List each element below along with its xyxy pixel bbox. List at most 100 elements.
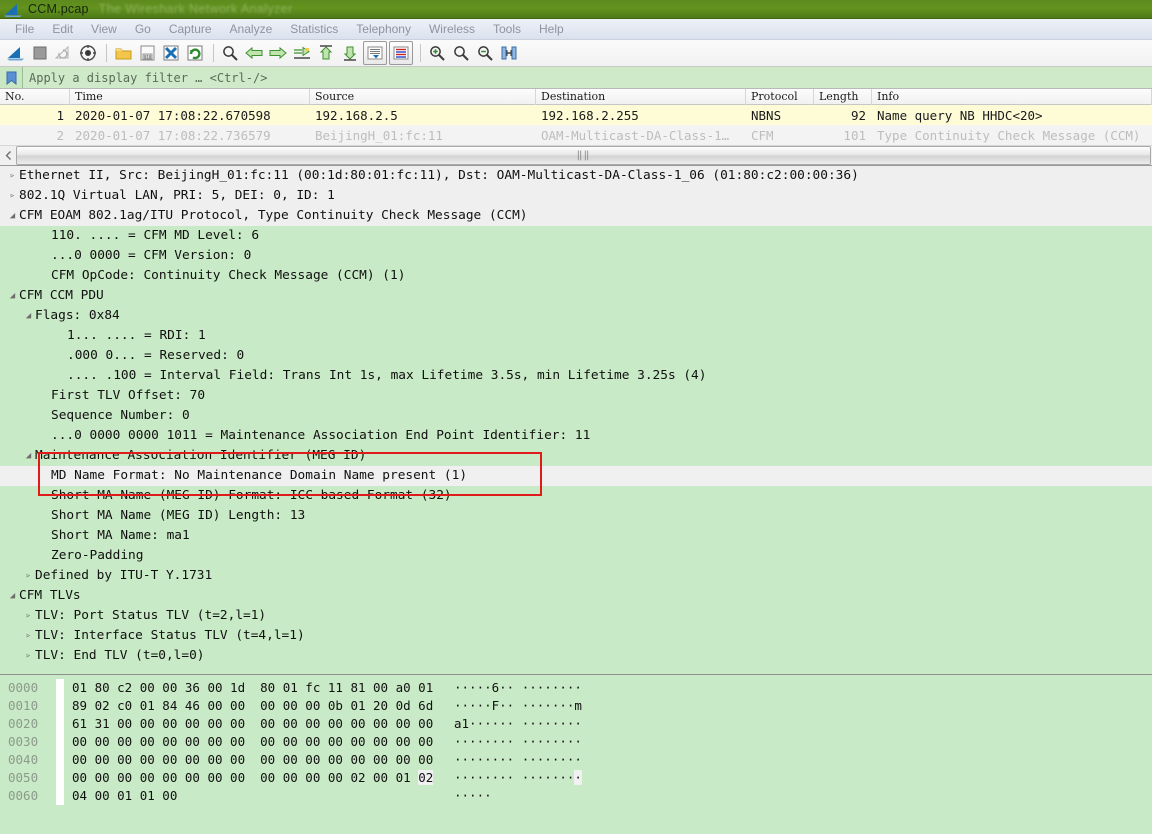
display-filter-bar[interactable]: Apply a display filter … <Ctrl-/> <box>0 67 1152 89</box>
cell-length: 101 <box>843 127 866 143</box>
chevron-down-icon[interactable]: ◢ <box>6 586 19 606</box>
tree-item[interactable]: Short MA Name (MEG ID) Format: ICC-based… <box>0 486 1152 506</box>
tree-item[interactable]: ◢ Flags: 0x84 <box>0 306 1152 326</box>
menu-item-go[interactable]: Go <box>126 21 160 37</box>
column-header-no[interactable]: No. <box>0 88 70 105</box>
menu-item-statistics[interactable]: Statistics <box>281 21 347 37</box>
hex-bytes: 00 00 00 00 00 00 00 00 00 00 00 00 00 0… <box>72 734 434 749</box>
display-filter-input[interactable]: Apply a display filter … <Ctrl-/> <box>23 67 1152 88</box>
find-packet-icon[interactable] <box>219 42 241 64</box>
chevron-right-icon[interactable]: ▹ <box>6 186 19 206</box>
table-row[interactable]: 2 2020-01-07 17:08:22.736579 BeijingH_01:f… <box>0 125 1152 145</box>
go-to-packet-icon[interactable] <box>291 42 313 64</box>
chevron-right-icon[interactable]: ▹ <box>22 566 35 586</box>
menu-item-view[interactable]: View <box>82 21 126 37</box>
tree-item[interactable]: Short MA Name: ma1 <box>0 526 1152 546</box>
tree-item[interactable]: 1... .... = RDI: 1 <box>0 326 1152 346</box>
tree-item-label: .... .100 = Interval Field: Trans Int 1s… <box>67 368 707 383</box>
tree-item[interactable]: MD Name Format: No Maintenance Domain Na… <box>0 466 1152 486</box>
hex-row[interactable]: 0000 01 80 c2 00 00 36 00 1d 80 01 fc 11 … <box>0 679 1152 697</box>
go-back-icon[interactable] <box>243 42 265 64</box>
hex-row[interactable]: 0040 00 00 00 00 00 00 00 00 00 00 00 00 … <box>0 751 1152 769</box>
chevron-down-icon[interactable]: ◢ <box>6 286 19 306</box>
hex-row[interactable]: 0030 00 00 00 00 00 00 00 00 00 00 00 00 … <box>0 733 1152 751</box>
chevron-right-icon[interactable]: ▹ <box>22 606 35 626</box>
hscroll-thumb[interactable]: ‖‖ <box>16 146 1151 165</box>
go-first-packet-icon[interactable] <box>315 42 337 64</box>
packet-list-header[interactable]: No. Time Source Destination Protocol Length In… <box>0 88 1152 105</box>
tree-item[interactable]: ...0 0000 0000 1011 = Maintenance Associ… <box>0 426 1152 446</box>
chevron-down-icon[interactable]: ◢ <box>6 206 19 226</box>
tree-item[interactable]: Zero-Padding <box>0 546 1152 566</box>
column-header-source[interactable]: Source <box>310 88 536 105</box>
tree-item[interactable]: ▹ TLV: Port Status TLV (t=2,l=1) <box>0 606 1152 626</box>
tree-item[interactable]: .... .100 = Interval Field: Trans Int 1s… <box>0 366 1152 386</box>
hex-row[interactable]: 0060 04 00 01 01 00 ····· <box>0 787 1152 805</box>
tree-item[interactable]: ◢ CFM CCM PDU <box>0 286 1152 306</box>
save-file-icon[interactable]: 010 <box>136 42 158 64</box>
tree-item[interactable]: Short MA Name (MEG ID) Length: 13 <box>0 506 1152 526</box>
hex-byte-highlighted[interactable]: 02 <box>418 770 434 785</box>
tree-item[interactable]: ▹ Ethernet II, Src: BeijingH_01:fc:11 (00… <box>0 166 1152 186</box>
stop-capture-icon[interactable] <box>29 42 51 64</box>
tree-item[interactable]: CFM OpCode: Continuity Check Message (CC… <box>0 266 1152 286</box>
auto-scroll-icon[interactable] <box>363 41 387 65</box>
menu-item-telephony[interactable]: Telephony <box>347 21 420 37</box>
tree-item[interactable]: First TLV Offset: 70 <box>0 386 1152 406</box>
chevron-down-icon[interactable]: ◢ <box>22 446 35 466</box>
menu-item-capture[interactable]: Capture <box>160 21 221 37</box>
close-file-icon[interactable] <box>160 42 182 64</box>
go-forward-icon[interactable] <box>267 42 289 64</box>
table-row[interactable]: 1 2020-01-07 17:08:22.670598 192.168.2.5 19… <box>0 105 1152 125</box>
column-header-protocol[interactable]: Protocol <box>746 88 814 105</box>
tree-item[interactable]: Sequence Number: 0 <box>0 406 1152 426</box>
hex-row[interactable]: 0020 61 31 00 00 00 00 00 00 00 00 00 00 … <box>0 715 1152 733</box>
column-header-time[interactable]: Time <box>70 88 310 105</box>
chevron-down-icon[interactable]: ◢ <box>22 306 35 326</box>
hex-row[interactable]: 0050 00 00 00 00 00 00 00 00 00 00 00 00 … <box>0 769 1152 787</box>
tree-item[interactable]: 110. .... = CFM MD Level: 6 <box>0 226 1152 246</box>
tree-item[interactable]: ◢ Maintenance Association Identifier (MEG… <box>0 446 1152 466</box>
open-file-icon[interactable] <box>112 42 134 64</box>
scroll-left-icon[interactable] <box>0 146 16 165</box>
cell-protocol: CFM <box>751 127 774 143</box>
start-capture-icon[interactable] <box>5 42 27 64</box>
chevron-right-icon[interactable]: ▹ <box>22 626 35 646</box>
menu-item-help[interactable]: Help <box>530 21 573 37</box>
menu-item-file[interactable]: File <box>6 21 43 37</box>
zoom-in-icon[interactable] <box>426 42 448 64</box>
zoom-out-icon[interactable] <box>450 42 472 64</box>
menu-item-wireless[interactable]: Wireless <box>420 21 484 37</box>
menu-item-edit[interactable]: Edit <box>43 21 82 37</box>
resize-columns-icon[interactable] <box>498 42 520 64</box>
colorize-packets-icon[interactable] <box>389 41 413 65</box>
packet-list-hscrollbar[interactable]: ‖‖ <box>0 145 1152 166</box>
tree-item[interactable]: ◢ CFM TLVs <box>0 586 1152 606</box>
go-last-packet-icon[interactable] <box>339 42 361 64</box>
tree-item[interactable]: ▹ TLV: End TLV (t=0,l=0) <box>0 646 1152 666</box>
column-header-length[interactable]: Length <box>814 88 872 105</box>
chevron-right-icon[interactable]: ▹ <box>6 166 19 186</box>
tree-item[interactable]: ◢ CFM EOAM 802.1ag/ITU Protocol, Type Con… <box>0 206 1152 226</box>
packet-bytes-pane[interactable]: 0000 01 80 c2 00 00 36 00 1d 80 01 fc 11 … <box>0 675 1152 834</box>
hex-separator <box>56 769 64 787</box>
zoom-reset-icon[interactable] <box>474 42 496 64</box>
hscroll-grip: ‖‖ <box>576 150 591 161</box>
capture-options-icon[interactable] <box>77 42 99 64</box>
chevron-right-icon[interactable]: ▹ <box>22 646 35 666</box>
restart-capture-icon[interactable] <box>53 42 75 64</box>
tree-item[interactable]: ▹ 802.1Q Virtual LAN, PRI: 5, DEI: 0, ID:… <box>0 186 1152 206</box>
packet-detail-tree[interactable]: ▹ Ethernet II, Src: BeijingH_01:fc:11 (00… <box>0 166 1152 675</box>
tree-item[interactable]: ▹ TLV: Interface Status TLV (t=4,l=1) <box>0 626 1152 646</box>
menu-item-tools[interactable]: Tools <box>484 21 530 37</box>
reload-file-icon[interactable] <box>184 42 206 64</box>
tree-item[interactable]: .000 0... = Reserved: 0 <box>0 346 1152 366</box>
column-header-info[interactable]: Info <box>872 88 1152 105</box>
menu-bar: File Edit View Go Capture Analyze Statistics Te… <box>0 19 1152 40</box>
column-header-destination[interactable]: Destination <box>536 88 746 105</box>
hex-row[interactable]: 0010 89 02 c0 01 84 46 00 00 00 00 00 0b … <box>0 697 1152 715</box>
filter-bookmark-icon[interactable] <box>0 67 23 88</box>
tree-item[interactable]: ▹ Defined by ITU-T Y.1731 <box>0 566 1152 586</box>
tree-item[interactable]: ...0 0000 = CFM Version: 0 <box>0 246 1152 266</box>
menu-item-analyze[interactable]: Analyze <box>221 21 282 37</box>
